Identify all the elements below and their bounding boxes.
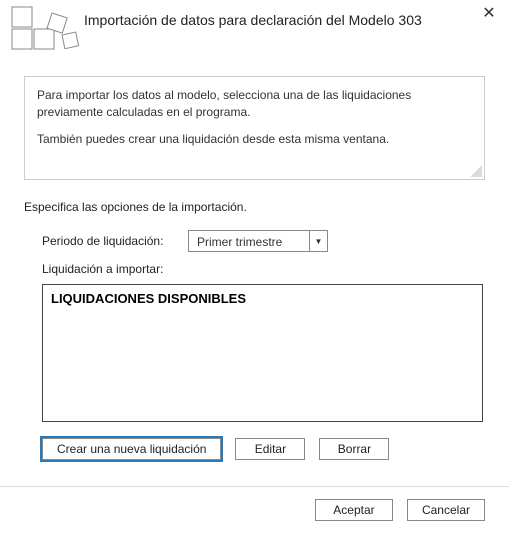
periodo-combobox[interactable]: Primer trimestre ▼ [188,230,328,252]
listbox-header: LIQUIDACIONES DISPONIBLES [51,291,474,306]
dialog-title: Importación de datos para declaración de… [84,12,422,28]
dialog-content: Para importar los datos al modelo, selec… [0,76,509,460]
accept-button[interactable]: Aceptar [315,499,393,521]
edit-button[interactable]: Editar [235,438,305,460]
delete-button[interactable]: Borrar [319,438,389,460]
liquidaciones-listbox[interactable]: LIQUIDACIONES DISPONIBLES [42,284,483,422]
liquidacion-label: Liquidación a importar: [42,262,485,276]
app-logo-icon [10,5,80,53]
close-icon[interactable]: ✕ [479,4,499,24]
import-dialog: Importación de datos para declaración de… [0,0,509,538]
info-text-1: Para importar los datos al modelo, selec… [37,87,472,121]
section-label: Especifica las opciones de la importació… [24,200,485,214]
info-panel: Para importar los datos al modelo, selec… [24,76,485,180]
info-text-2: También puedes crear una liquidación des… [37,131,472,148]
chevron-down-icon[interactable]: ▼ [309,231,327,251]
create-liquidacion-button[interactable]: Crear una nueva liquidación [42,438,221,460]
periodo-value: Primer trimestre [189,231,309,251]
action-row: Crear una nueva liquidación Editar Borra… [42,438,485,460]
footer-row: Aceptar Cancelar [0,487,509,521]
resize-grip-icon [470,165,482,177]
cancel-button[interactable]: Cancelar [407,499,485,521]
periodo-row: Periodo de liquidación: Primer trimestre… [42,230,485,252]
titlebar: Importación de datos para declaración de… [0,0,509,56]
periodo-label: Periodo de liquidación: [42,234,180,248]
